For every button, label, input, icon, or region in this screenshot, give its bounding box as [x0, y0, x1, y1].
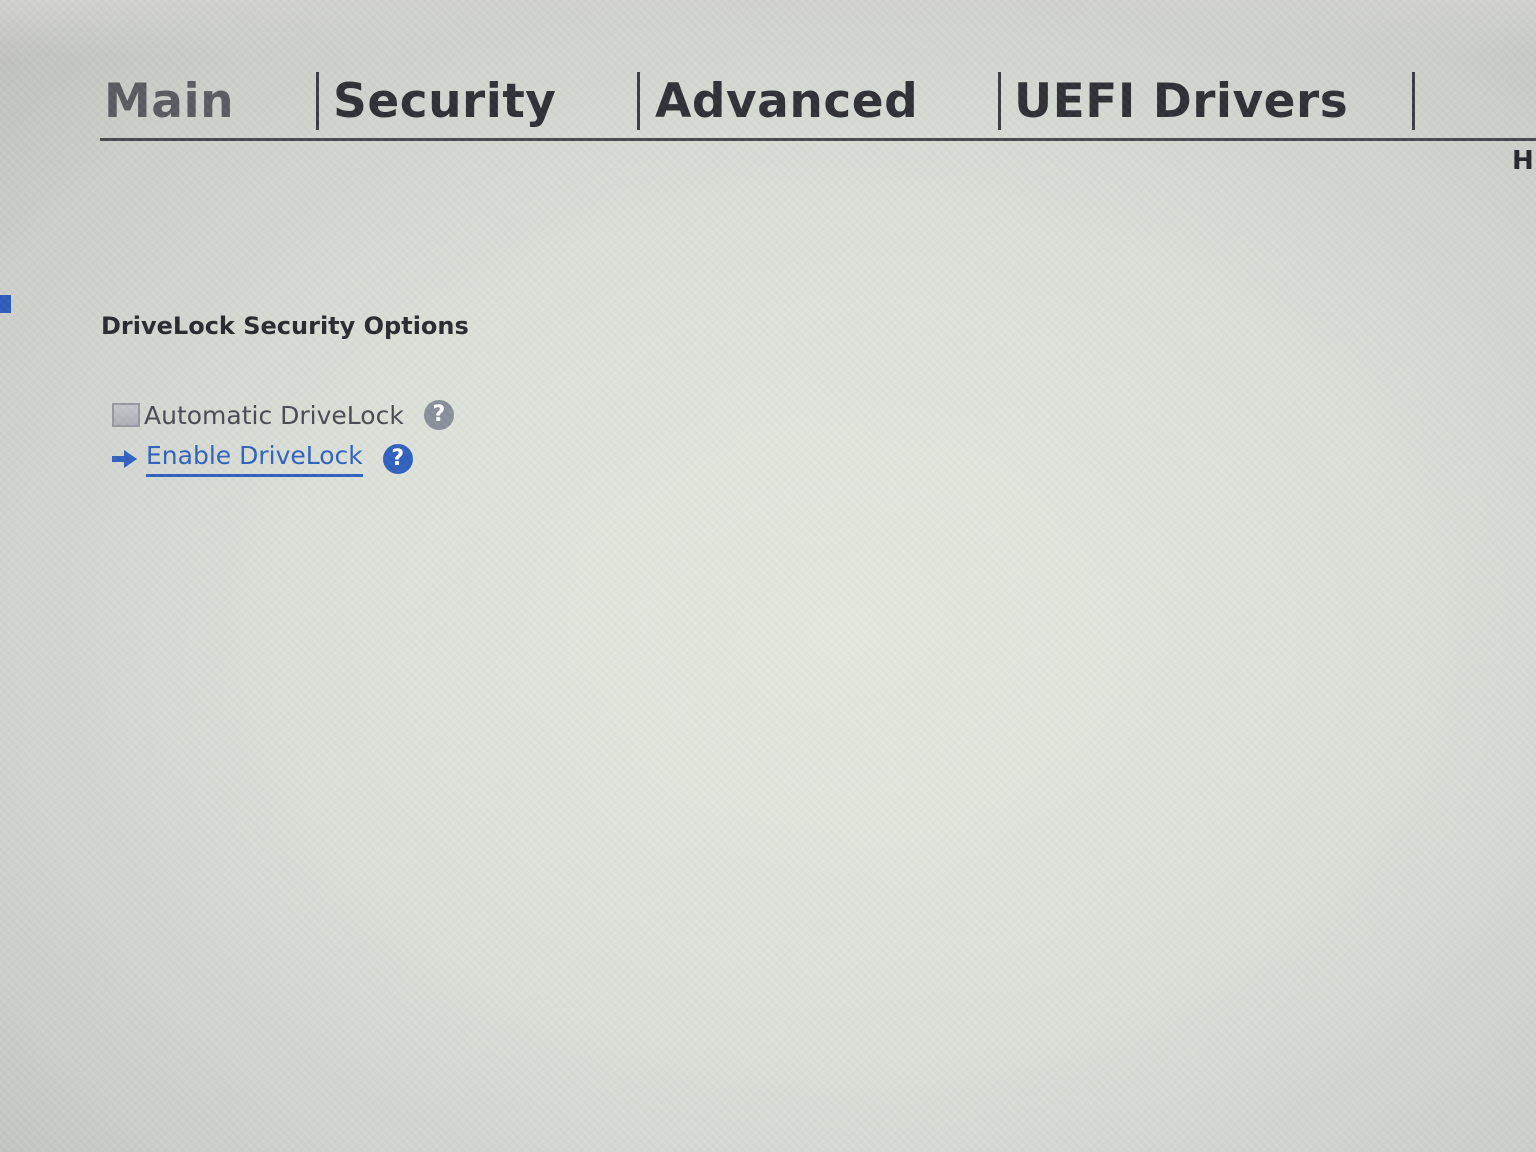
tab-separator [637, 72, 640, 130]
top-band [0, 0, 1536, 60]
tab-advanced[interactable]: Advanced [655, 74, 918, 129]
question-mark-icon[interactable]: ? [423, 400, 454, 430]
automatic-drivelock-checkbox[interactable] [112, 403, 140, 427]
corner-text: HI [1512, 146, 1536, 176]
section-title: DriveLock Security Options [101, 312, 469, 340]
tab-separator [1412, 72, 1415, 130]
tab-main[interactable]: Main [104, 74, 234, 129]
arrow-right-icon [112, 449, 138, 469]
screen-texture [0, 0, 1536, 1152]
tab-security[interactable]: Security [333, 74, 556, 129]
tab-underline-rule [100, 138, 1536, 141]
enable-drivelock-row: Enable DriveLock ? [112, 441, 413, 477]
tab-uefi-drivers[interactable]: UEFI Drivers [1014, 74, 1348, 129]
automatic-drivelock-row: Automatic DriveLock ? [112, 398, 454, 432]
automatic-drivelock-label[interactable]: Automatic DriveLock [144, 401, 404, 430]
question-mark-icon[interactable]: ? [382, 444, 413, 474]
tab-separator [316, 72, 319, 130]
tab-separator [998, 72, 1001, 130]
left-edge-marker [0, 295, 11, 313]
enable-drivelock-link[interactable]: Enable DriveLock [146, 441, 363, 477]
tab-bar: Main Security Advanced UEFI Drivers [100, 62, 1536, 141]
